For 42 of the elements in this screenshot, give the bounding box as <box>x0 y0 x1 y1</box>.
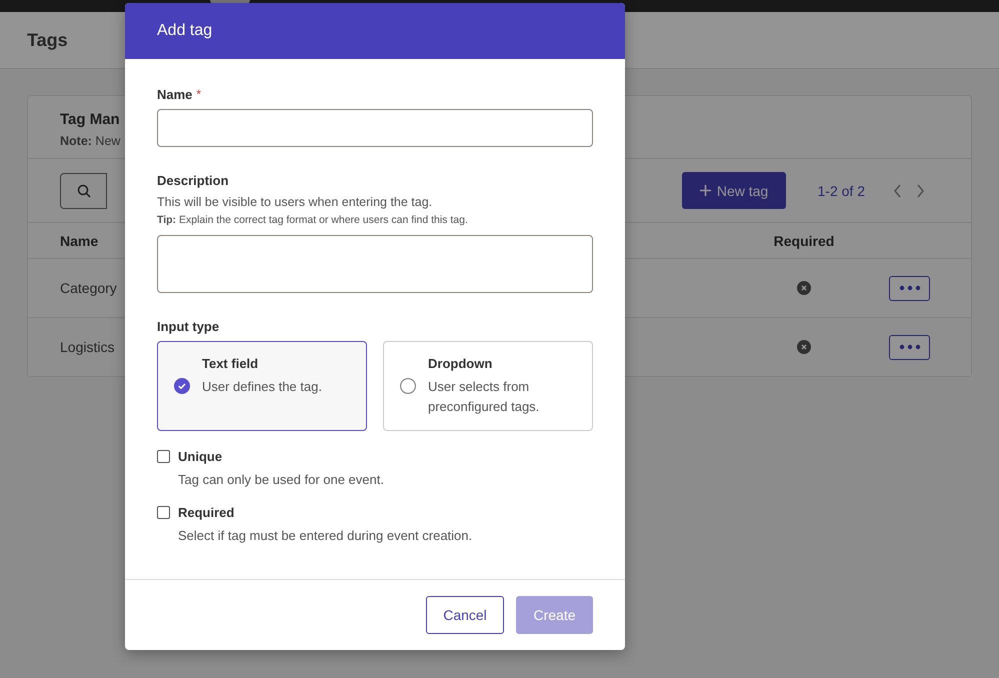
note-text: Note: New <box>60 134 122 148</box>
chevron-right-icon[interactable] <box>916 184 925 198</box>
radio-icon <box>400 378 416 394</box>
field-label: Name <box>157 87 192 102</box>
option-description: User selects from preconfigured tags. <box>428 378 540 416</box>
card-title: Tag Man <box>60 111 121 128</box>
name-field[interactable] <box>157 109 593 147</box>
checkbox-description: Select if tag must be entered during event creation. <box>178 528 474 543</box>
dialog-title: Add tag <box>157 22 212 40</box>
new-tag-button[interactable]: New tag <box>682 172 786 209</box>
search-icon <box>76 184 90 198</box>
radio-checked-icon <box>174 378 190 394</box>
more-button[interactable] <box>889 334 930 360</box>
checkbox[interactable] <box>157 506 170 519</box>
column-header: Required <box>772 232 836 248</box>
checkbox[interactable] <box>157 450 170 463</box>
more-icon <box>898 344 920 350</box>
option-title: Dropdown <box>428 356 494 371</box>
checkbox-label: Required <box>178 505 234 520</box>
field-label: Description <box>157 173 230 188</box>
option-card[interactable]: Dropdown User selects from preconfigured tags. <box>383 341 593 431</box>
checkbox-description: Tag can only be used for one event. <box>178 472 385 487</box>
field-label: Input type <box>157 319 220 334</box>
pagination-text: 1-2 of 2 <box>818 182 865 198</box>
option-description: User defines the tag. <box>202 378 322 396</box>
cancel-button[interactable]: Cancel <box>426 596 504 634</box>
chevron-left-icon[interactable] <box>893 184 902 198</box>
search-button[interactable] <box>60 172 107 208</box>
tip-text: Tip: Explain the correct tag format or where users can find this tag. <box>157 214 469 226</box>
option-title: Text field <box>202 356 260 371</box>
help-text: This will be visible to users when entering the tag. <box>157 195 434 209</box>
table-cell-text: Category <box>60 280 118 296</box>
required-mark: * <box>196 87 202 102</box>
page-title: Tags <box>27 30 68 50</box>
option-card[interactable]: Text field User defines the tag. <box>157 341 367 431</box>
checkbox-label: Unique <box>178 449 222 464</box>
description-field[interactable] <box>157 235 593 293</box>
more-button[interactable] <box>889 276 930 300</box>
table-cell-text: Logistics <box>60 339 116 355</box>
column-header: Name <box>60 232 100 248</box>
plus-icon <box>698 184 712 197</box>
more-icon <box>898 285 920 291</box>
